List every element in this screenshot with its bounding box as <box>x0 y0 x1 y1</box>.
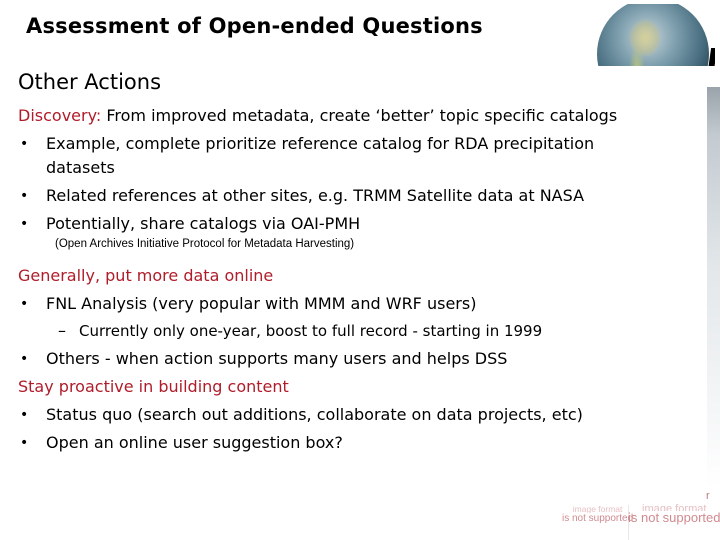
bullet-text: Example, complete prioritize reference c… <box>46 134 595 153</box>
bullet-icon: • <box>20 296 29 312</box>
bullet-text: FNL Analysis (very popular with MMM and … <box>46 294 477 313</box>
list-item: • Open an online user suggestion box? <box>0 433 700 453</box>
image-placeholder-fragment: r <box>706 490 710 502</box>
dash-icon: – <box>58 321 66 340</box>
image-placeholder: image format is not supported <box>562 505 633 524</box>
list-item: • Related references at other sites, e.g… <box>0 186 700 206</box>
globe-sphere <box>597 4 709 66</box>
section-heading-online: Generally, put more data online <box>18 266 274 285</box>
placeholder-line1: image format <box>642 503 707 511</box>
list-item: • Status quo (search out additions, coll… <box>0 405 700 425</box>
placeholder-line2: is not supported <box>628 510 720 525</box>
placeholder-line2: is not supported <box>562 513 634 524</box>
globe-icon <box>597 4 715 66</box>
section-heading-proactive: Stay proactive in building content <box>18 377 289 396</box>
bullet-icon: • <box>20 136 29 152</box>
discovery-text: From improved metadata, create ‘better’ … <box>101 106 618 125</box>
bullet-text: Potentially, share catalogs via OAI-PMH <box>46 214 361 233</box>
list-item: • FNL Analysis (very popular with MMM an… <box>0 294 700 314</box>
bullet-icon: • <box>20 351 29 367</box>
sub-bullet-text: Currently only one-year, boost to full r… <box>79 322 543 340</box>
slide-title: Assessment of Open-ended Questions <box>26 14 483 38</box>
bullet-icon: • <box>20 435 29 451</box>
bullet-icon: • <box>20 216 29 232</box>
list-item: • Potentially, share catalogs via OAI-PM… <box>0 214 700 234</box>
decorative-side-strip <box>707 87 720 487</box>
sub-list-item: – Currently only one-year, boost to full… <box>0 321 700 341</box>
section-title: Other Actions <box>18 70 162 94</box>
bullet-icon: • <box>20 407 29 423</box>
placeholder-line1: image format <box>572 505 623 513</box>
footnote-oai-pmh: (Open Archives Initiative Protocol for M… <box>55 238 355 250</box>
list-item: • Example, complete prioritize reference… <box>0 134 700 178</box>
bullet-text: Status quo (search out additions, collab… <box>46 405 583 424</box>
list-item: • Others - when action supports many use… <box>0 349 700 369</box>
bullet-text-continued: datasets <box>46 158 115 177</box>
bullet-text: Others - when action supports many users… <box>46 349 508 368</box>
discovery-label: Discovery: <box>18 106 102 125</box>
bullet-icon: • <box>20 188 29 204</box>
discovery-line: Discovery: From improved metadata, creat… <box>18 106 617 126</box>
bullet-text: Open an online user suggestion box? <box>46 433 343 452</box>
image-placeholder: image format is not supported <box>628 503 720 525</box>
bullet-text: Related references at other sites, e.g. … <box>46 186 585 205</box>
